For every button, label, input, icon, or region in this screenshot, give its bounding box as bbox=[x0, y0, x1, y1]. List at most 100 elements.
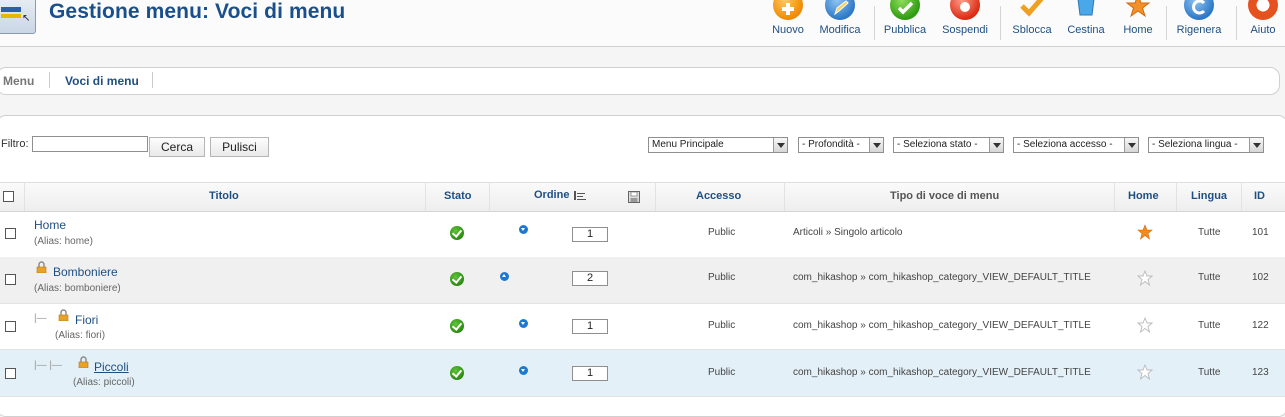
table-row: |— |— Piccoli (Alias: piccoli) Public co… bbox=[0, 350, 1285, 397]
menu-manager-logo-icon: ↖ bbox=[0, 0, 36, 34]
publish-button[interactable]: Pubblica bbox=[882, 0, 928, 40]
item-title-link[interactable]: Piccoli bbox=[94, 360, 129, 374]
item-alias: (Alias: fiori) bbox=[55, 330, 106, 341]
access-value: Public bbox=[708, 272, 736, 283]
item-title-link[interactable]: Home bbox=[34, 218, 66, 232]
refresh-button[interactable]: Rigenera bbox=[1174, 0, 1224, 40]
table-row: |— Fiori (Alias: fiori) Public com_hikas… bbox=[0, 303, 1285, 350]
row-checkbox[interactable] bbox=[5, 368, 16, 379]
new-button-label: Nuovo bbox=[772, 24, 804, 36]
id-value: 102 bbox=[1252, 272, 1269, 283]
refresh-button-label: Rigenera bbox=[1176, 24, 1222, 36]
set-home-star-icon[interactable] bbox=[1137, 270, 1153, 286]
move-down-arrow-icon[interactable] bbox=[519, 366, 528, 375]
column-header-ordering[interactable]: Ordine bbox=[534, 189, 569, 201]
move-down-arrow-icon[interactable] bbox=[519, 319, 528, 328]
id-value: 101 bbox=[1252, 227, 1269, 238]
home-star-icon bbox=[1123, 0, 1153, 20]
move-up-arrow-icon[interactable] bbox=[500, 272, 509, 281]
filter-label: Filtro: bbox=[1, 138, 29, 150]
chevron-down-icon bbox=[989, 138, 1003, 152]
table-row: Home (Alias: home) Public Articoli » Sin… bbox=[0, 211, 1285, 258]
clear-button[interactable]: Pulisci bbox=[210, 137, 269, 157]
published-check-icon[interactable] bbox=[450, 366, 464, 380]
unpublish-button-label: Sospendi bbox=[942, 24, 988, 36]
select-all-checkbox[interactable] bbox=[3, 191, 14, 202]
item-title-link[interactable]: Bomboniere bbox=[53, 265, 118, 279]
submenu-item-menu[interactable]: Menu bbox=[3, 74, 34, 88]
column-header-access[interactable]: Accesso bbox=[696, 190, 741, 202]
access-value: Public bbox=[708, 320, 736, 331]
toolbar-divider bbox=[1236, 6, 1237, 40]
help-button-label: Aiuto bbox=[1250, 24, 1276, 36]
refresh-icon bbox=[1184, 0, 1214, 20]
trash-button[interactable]: Cestina bbox=[1066, 0, 1106, 40]
lock-icon[interactable] bbox=[58, 309, 69, 321]
access-value: Public bbox=[708, 227, 736, 238]
help-icon bbox=[1248, 0, 1278, 20]
column-header-id[interactable]: ID bbox=[1254, 190, 1265, 202]
lock-icon[interactable] bbox=[36, 261, 47, 273]
order-input[interactable] bbox=[572, 319, 608, 334]
unpublish-button[interactable]: Sospendi bbox=[940, 0, 990, 40]
trash-icon bbox=[1071, 0, 1101, 20]
access-value: Public bbox=[708, 367, 736, 378]
checkin-icon bbox=[1017, 0, 1047, 20]
order-input[interactable] bbox=[572, 366, 608, 381]
published-check-icon[interactable] bbox=[450, 319, 464, 333]
column-header-status[interactable]: Stato bbox=[444, 190, 472, 202]
language-value: Tutte bbox=[1198, 227, 1221, 238]
move-down-arrow-icon[interactable] bbox=[519, 225, 528, 234]
depth-select[interactable]: - Profondità - bbox=[798, 137, 884, 153]
column-header-language[interactable]: Lingua bbox=[1191, 190, 1227, 202]
menu-select[interactable]: Menu Principale bbox=[648, 137, 788, 153]
menu-select-value: Menu Principale bbox=[652, 139, 724, 150]
column-header-home[interactable]: Home bbox=[1128, 190, 1159, 202]
row-checkbox[interactable] bbox=[5, 321, 16, 332]
home-button[interactable]: Home bbox=[1120, 0, 1156, 40]
row-checkbox[interactable] bbox=[5, 228, 16, 239]
tree-indent-icon: |— |— bbox=[34, 360, 62, 371]
row-checkbox[interactable] bbox=[5, 274, 16, 285]
menu-item-type: com_hikashop » com_hikashop_category_VIE… bbox=[793, 320, 1091, 331]
search-button[interactable]: Cerca bbox=[149, 137, 205, 157]
language-value: Tutte bbox=[1198, 320, 1221, 331]
menu-item-type: com_hikashop » com_hikashop_category_VIE… bbox=[793, 367, 1091, 378]
set-home-star-icon[interactable] bbox=[1137, 317, 1153, 333]
depth-select-value: - Profondità - bbox=[802, 139, 860, 150]
state-select-value: - Seleziona stato - bbox=[897, 139, 978, 150]
checkin-button[interactable]: Sblocca bbox=[1010, 0, 1054, 40]
chevron-down-icon bbox=[869, 138, 883, 152]
published-check-icon[interactable] bbox=[450, 226, 464, 240]
toolbar-divider bbox=[1166, 6, 1167, 40]
item-alias: (Alias: home) bbox=[34, 236, 93, 247]
language-value: Tutte bbox=[1198, 367, 1221, 378]
table-header: Titolo Stato Ordine Accesso Tipo di voce… bbox=[0, 182, 1285, 212]
edit-button-label: Modifica bbox=[819, 24, 861, 36]
save-order-icon[interactable] bbox=[628, 191, 640, 203]
published-check-icon[interactable] bbox=[450, 272, 464, 286]
column-header-title[interactable]: Titolo bbox=[209, 190, 239, 202]
filter-input[interactable] bbox=[32, 136, 148, 152]
submenu-divider bbox=[49, 72, 50, 88]
set-home-star-icon[interactable] bbox=[1137, 364, 1153, 380]
toolbar-divider bbox=[1000, 6, 1001, 40]
help-button[interactable]: Aiuto bbox=[1246, 0, 1280, 40]
state-select[interactable]: - Seleziona stato - bbox=[893, 137, 1004, 153]
submenu-bar: Menu Voci di menu bbox=[0, 67, 1280, 95]
default-home-star-icon[interactable] bbox=[1137, 224, 1153, 240]
lock-icon[interactable] bbox=[78, 356, 89, 368]
access-select-value: - Seleziona accesso - bbox=[1017, 139, 1113, 150]
language-select[interactable]: - Seleziona lingua - bbox=[1148, 137, 1264, 153]
id-value: 123 bbox=[1252, 367, 1269, 378]
menu-item-type: Articoli » Singolo articolo bbox=[793, 227, 903, 238]
item-title-link[interactable]: Fiori bbox=[75, 313, 98, 327]
new-icon bbox=[773, 0, 803, 20]
header: ↖ Gestione menu: Voci di menu Nuovo Modi… bbox=[0, 0, 1285, 47]
submenu-item-voci-di-menu[interactable]: Voci di menu bbox=[65, 74, 139, 88]
access-select[interactable]: - Seleziona accesso - bbox=[1013, 137, 1139, 153]
order-input[interactable] bbox=[572, 227, 608, 242]
edit-button[interactable]: Modifica bbox=[818, 0, 862, 40]
order-input[interactable] bbox=[572, 271, 608, 286]
new-button[interactable]: Nuovo bbox=[770, 0, 806, 40]
